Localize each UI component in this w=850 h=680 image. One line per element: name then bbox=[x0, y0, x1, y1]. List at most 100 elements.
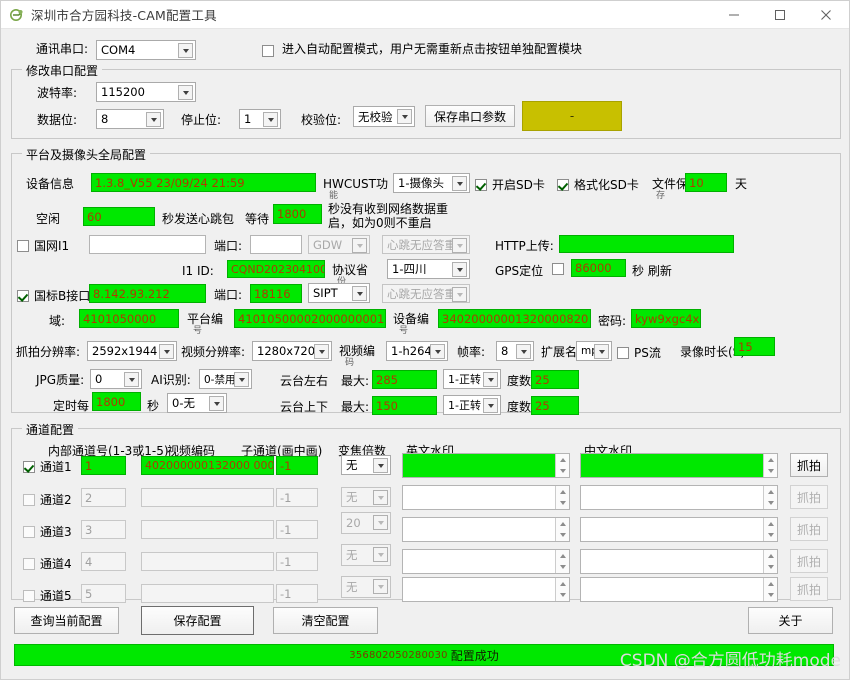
scroll-buttons[interactable] bbox=[555, 578, 569, 601]
scroll-up-icon[interactable] bbox=[764, 486, 777, 498]
chevron-down-icon[interactable] bbox=[373, 579, 388, 594]
scroll-up-icon[interactable] bbox=[556, 550, 569, 562]
channel-4-zoom-select[interactable]: 无 bbox=[341, 544, 391, 566]
checkbox-box[interactable] bbox=[552, 263, 564, 275]
scroll-down-icon[interactable] bbox=[556, 498, 569, 510]
chevron-down-icon[interactable] bbox=[159, 344, 174, 359]
data-bits-select[interactable]: 8 bbox=[96, 109, 164, 129]
channel-2-zoom-select[interactable]: 无 bbox=[341, 487, 391, 507]
chevron-down-icon[interactable] bbox=[178, 85, 193, 100]
scroll-down-icon[interactable] bbox=[764, 562, 777, 574]
channel-3-snap-button[interactable]: 抓拍 bbox=[790, 517, 828, 541]
chevron-down-icon[interactable] bbox=[452, 262, 467, 277]
channel-3-no-field[interactable]: 3 bbox=[81, 520, 126, 539]
channel-3-sub-field[interactable]: -1 bbox=[276, 520, 318, 539]
channel-5-en-watermark-field[interactable] bbox=[403, 578, 555, 601]
protocol-province-select[interactable]: 1-四川 bbox=[387, 259, 470, 279]
parity-select[interactable]: 无校验 bbox=[353, 106, 415, 127]
chevron-down-icon[interactable] bbox=[352, 286, 367, 301]
channel-5-en-watermark[interactable] bbox=[402, 577, 570, 602]
baud-select[interactable]: 115200 bbox=[96, 82, 196, 102]
timer-mode-select[interactable]: 0-无 bbox=[167, 393, 227, 413]
gw-i1-checkbox[interactable]: 国网I1 bbox=[17, 237, 69, 254]
scroll-up-icon[interactable] bbox=[556, 454, 569, 466]
chevron-down-icon[interactable] bbox=[373, 490, 388, 505]
query-current-config-button[interactable]: 查询当前配置 bbox=[14, 607, 119, 634]
sd-format-checkbox[interactable]: 格式化SD卡 bbox=[557, 176, 639, 193]
platform-no-field[interactable]: 41010500002000000001 bbox=[234, 309, 386, 328]
channel-4-cn-watermark-field[interactable] bbox=[581, 550, 763, 573]
idle-seconds-field[interactable]: 60 bbox=[83, 207, 155, 226]
gb-port-field[interactable]: 18116 bbox=[250, 284, 302, 303]
scroll-down-icon[interactable] bbox=[556, 590, 569, 602]
channel-2-en-watermark[interactable] bbox=[402, 485, 570, 510]
scroll-buttons[interactable] bbox=[763, 454, 777, 477]
auto-config-checkbox[interactable] bbox=[262, 45, 274, 57]
scroll-up-icon[interactable] bbox=[556, 578, 569, 590]
channel-3-enable-checkbox[interactable]: 通道3 bbox=[23, 523, 72, 540]
channel-2-sub-field[interactable]: -1 bbox=[276, 488, 318, 507]
chevron-down-icon[interactable] bbox=[452, 176, 467, 191]
save-serial-params-button[interactable]: 保存串口参数 bbox=[425, 105, 515, 127]
fps-select[interactable]: 8 bbox=[496, 341, 534, 361]
scroll-buttons[interactable] bbox=[555, 486, 569, 509]
ptz-ud-direction-select[interactable]: 1-正转 bbox=[443, 395, 501, 415]
scroll-up-icon[interactable] bbox=[556, 518, 569, 530]
channel-5-zoom-select[interactable]: 无 bbox=[341, 576, 391, 598]
channel-2-en-watermark-field[interactable] bbox=[403, 486, 555, 509]
chevron-down-icon[interactable] bbox=[397, 109, 412, 124]
timer-interval-field[interactable]: 1800 bbox=[92, 392, 141, 411]
channel-5-cn-watermark-field[interactable] bbox=[581, 578, 763, 601]
scroll-down-icon[interactable] bbox=[764, 498, 777, 510]
channel-4-sub-field[interactable]: -1 bbox=[276, 552, 318, 571]
channel-1-sub-field[interactable]: -1 bbox=[276, 456, 318, 475]
scroll-buttons[interactable] bbox=[763, 550, 777, 573]
video-codec-select[interactable]: 1-h264 bbox=[386, 341, 448, 361]
chevron-down-icon[interactable] bbox=[314, 344, 329, 359]
domain-field[interactable]: 4101050000 bbox=[79, 309, 179, 328]
sd-enable-checkbox[interactable]: 开启SD卡 bbox=[475, 176, 545, 193]
gps-checkbox[interactable] bbox=[552, 263, 564, 275]
channel-4-en-watermark-field[interactable] bbox=[403, 550, 555, 573]
channel-5-enable-checkbox[interactable]: 通道5 bbox=[23, 587, 72, 604]
maximize-button[interactable] bbox=[757, 1, 803, 29]
channel-1-snap-button[interactable]: 抓拍 bbox=[790, 453, 828, 477]
scroll-up-icon[interactable] bbox=[764, 578, 777, 590]
close-button[interactable] bbox=[803, 1, 849, 29]
channel-2-snap-button[interactable]: 抓拍 bbox=[790, 485, 828, 509]
chevron-down-icon[interactable] bbox=[483, 398, 498, 413]
channel-2-code-field[interactable] bbox=[141, 488, 274, 507]
hwcust-select[interactable]: 1-摄像头 bbox=[393, 173, 470, 193]
save-config-button[interactable]: 保存配置 bbox=[141, 606, 254, 635]
checkbox-box[interactable] bbox=[262, 45, 274, 57]
scroll-buttons[interactable] bbox=[555, 454, 569, 477]
channel-3-en-watermark[interactable] bbox=[402, 517, 570, 542]
ai-recognition-select[interactable]: 0-禁用 bbox=[199, 369, 252, 389]
scroll-buttons[interactable] bbox=[763, 518, 777, 541]
channel-5-code-field[interactable] bbox=[141, 584, 274, 603]
scroll-down-icon[interactable] bbox=[556, 466, 569, 478]
scroll-up-icon[interactable] bbox=[764, 550, 777, 562]
channel-4-en-watermark[interactable] bbox=[402, 549, 570, 574]
device-info-field[interactable]: 1.3.8_V55 23/09/24 21:59 bbox=[91, 173, 316, 192]
checkbox-box[interactable] bbox=[23, 460, 35, 473]
wait-seconds-field[interactable]: 1800 bbox=[273, 204, 322, 224]
channel-4-enable-checkbox[interactable]: 通道4 bbox=[23, 555, 72, 572]
chevron-down-icon[interactable] bbox=[430, 344, 445, 359]
scroll-down-icon[interactable] bbox=[556, 530, 569, 542]
checkbox-box[interactable] bbox=[617, 346, 629, 359]
channel-4-cn-watermark[interactable] bbox=[580, 549, 778, 574]
channel-2-no-field[interactable]: 2 bbox=[81, 488, 126, 507]
video-resolution-select[interactable]: 1280x720 bbox=[252, 341, 332, 361]
channel-3-en-watermark-field[interactable] bbox=[403, 518, 555, 541]
stop-bits-select[interactable]: 1 bbox=[239, 109, 281, 129]
gw-port-field[interactable] bbox=[250, 235, 302, 254]
gw-host-field[interactable] bbox=[89, 235, 206, 254]
channel-3-cn-watermark[interactable] bbox=[580, 517, 778, 542]
scroll-down-icon[interactable] bbox=[556, 562, 569, 574]
about-button[interactable]: 关于 bbox=[748, 607, 833, 634]
chevron-down-icon[interactable] bbox=[516, 344, 531, 359]
channel-1-cn-watermark[interactable] bbox=[580, 453, 778, 478]
channel-1-cn-watermark-field[interactable] bbox=[581, 454, 763, 477]
chevron-down-icon[interactable] bbox=[263, 112, 278, 127]
